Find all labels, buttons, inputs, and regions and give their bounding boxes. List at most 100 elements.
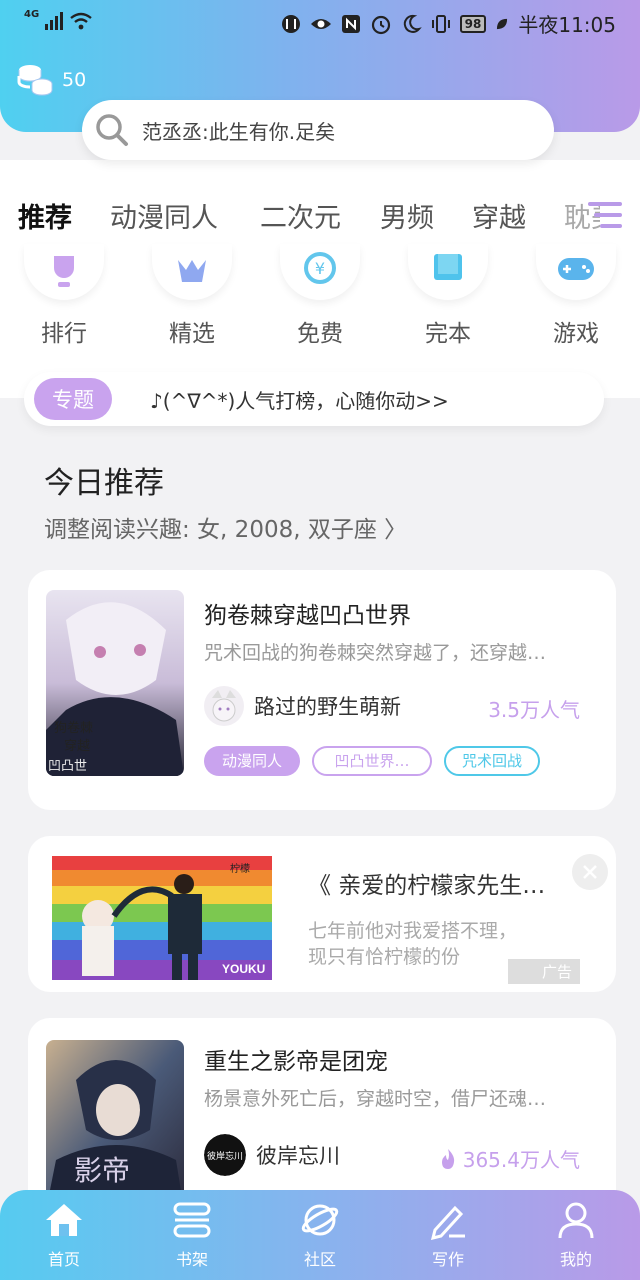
- book-cover: 狗卷棘 穿越 凹凸世: [46, 590, 184, 776]
- ad-description-line: 现只有恰柠檬的份: [308, 946, 461, 968]
- svg-text:凹凸世: 凹凸世: [48, 759, 87, 774]
- author[interactable]: 彼岸忘川 彼岸忘川: [204, 1134, 340, 1176]
- popularity-value: 3.5万人气: [488, 698, 580, 722]
- tag[interactable]: 动漫同人: [204, 746, 301, 776]
- close-icon: [583, 865, 597, 879]
- quick-link-featured[interactable]: 精选: [144, 244, 240, 348]
- quick-link-ranking[interactable]: 排行: [16, 244, 112, 348]
- quick-link-label: 排行: [41, 321, 87, 347]
- network-type: 4G: [24, 9, 40, 20]
- moon-icon: [403, 14, 422, 33]
- status-bar: 4G 98 半夜11:05: [0, 0, 640, 44]
- tag[interactable]: 凹凸世界…: [312, 746, 433, 776]
- ad-close-button[interactable]: [572, 854, 608, 890]
- book-title: 狗卷棘穿越凹凸世界: [204, 603, 411, 629]
- nav-community[interactable]: 社区: [280, 1200, 360, 1270]
- ad-label: 广告: [507, 959, 580, 984]
- pen-icon: [430, 1205, 465, 1240]
- ad-description-line: 七年前他对我爱搭不理，: [308, 920, 518, 942]
- quick-link-label: 游戏: [553, 321, 599, 347]
- tag[interactable]: 咒术回战: [444, 746, 541, 776]
- author-avatar: [204, 686, 244, 726]
- svg-text:彼岸忘川: 彼岸忘川: [207, 1150, 243, 1162]
- category-menu-icon[interactable]: [586, 196, 624, 234]
- author-name: 彼岸忘川: [256, 1144, 340, 1168]
- tab-acg[interactable]: 二次元: [260, 196, 341, 235]
- search-bar[interactable]: 范丞丞:此生有你.足矣: [82, 100, 554, 160]
- nav-label: 首页: [47, 1250, 80, 1269]
- book-cover: 影帝: [46, 1040, 184, 1210]
- ad-image: 柠檬 YOUKU: [52, 856, 272, 980]
- nfc-icon: [341, 14, 360, 33]
- planet-icon: [301, 1204, 339, 1236]
- ad-description: 七年前他对我爱搭不理， 现只有恰柠檬的份: [308, 918, 517, 970]
- topic-badge: 专题: [34, 378, 112, 420]
- nav-label: 我的: [559, 1250, 592, 1269]
- coin-count: 50: [62, 69, 87, 91]
- svg-text:柠檬: 柠檬: [230, 862, 250, 875]
- svg-text:影帝: 影帝: [74, 1154, 130, 1187]
- category-tabs: 推荐 动漫同人 二次元 男频 穿越 耽美: [0, 188, 640, 244]
- gamepad-icon: [558, 258, 594, 280]
- popularity: 3.5万人气: [488, 694, 580, 723]
- user-icon: [558, 1202, 594, 1239]
- yen-icon: ¥: [304, 252, 336, 284]
- quick-link-games[interactable]: 游戏: [528, 244, 624, 348]
- quick-link-label: 免费: [297, 321, 343, 347]
- battery-level: 98: [459, 14, 487, 33]
- author[interactable]: 路过的野生萌新: [204, 686, 401, 726]
- book-icon: [434, 254, 462, 280]
- bookshelf-icon: [173, 1202, 211, 1238]
- nav-home[interactable]: 首页: [24, 1200, 104, 1270]
- home-icon: [46, 1204, 82, 1236]
- book-card[interactable]: 狗卷棘 穿越 凹凸世 狗卷棘穿越凹凸世界 咒术回战的狗卷棘突然穿越了，还穿越… …: [28, 570, 616, 810]
- book-title: 重生之影帝是团宠: [204, 1049, 388, 1075]
- ad-card[interactable]: 柠檬 YOUKU 《 亲爱的柠檬家先生… 七年前他对我爱搭不理， 现只有恰柠檬的…: [28, 836, 616, 992]
- topic-banner[interactable]: 专题 ♪(^∇^*)人气打榜，心随你动>>: [24, 372, 604, 426]
- quick-link-free[interactable]: ¥ 免费: [272, 244, 368, 348]
- wifi-icon: [70, 12, 92, 30]
- quick-link-label: 完本: [425, 321, 471, 347]
- reading-interest-link[interactable]: 调整阅读兴趣: 女, 2008, 双子座 〉: [44, 510, 407, 544]
- svg-text:¥: ¥: [315, 259, 325, 278]
- quick-links: 排行 精选 ¥ 免费 完本 游戏: [0, 244, 640, 354]
- svg-text:穿越: 穿越: [64, 738, 90, 754]
- search-icon: [96, 114, 128, 146]
- topic-text: ♪(^∇^*)人气打榜，心随你动>>: [150, 388, 449, 413]
- eye-icon: [310, 18, 331, 29]
- book-description: 杨景意外死亡后，穿越时空，借尸还魂…: [204, 1088, 547, 1110]
- tab-male[interactable]: 男频: [380, 196, 434, 235]
- author-avatar: 彼岸忘川: [204, 1134, 246, 1176]
- leaf-icon: [497, 18, 508, 29]
- tab-anime-fanfic[interactable]: 动漫同人: [110, 196, 218, 235]
- crown-icon: [178, 260, 206, 282]
- alarm-icon: [371, 15, 390, 34]
- nav-profile[interactable]: 我的: [536, 1200, 616, 1270]
- bottom-navigation: 首页 书架 社区 写作 我的: [0, 1190, 640, 1280]
- tag-list: 动漫同人 凹凸世界… 咒术回战: [204, 746, 541, 776]
- nav-bookshelf[interactable]: 书架: [152, 1200, 232, 1270]
- coin-balance[interactable]: 50: [16, 62, 86, 98]
- nav-label: 社区: [303, 1250, 336, 1269]
- search-placeholder: 范丞丞:此生有你.足矣: [142, 119, 336, 144]
- coins-icon: [17, 65, 53, 96]
- status-time: 半夜11:05: [518, 13, 616, 37]
- quick-link-label: 精选: [169, 321, 215, 347]
- nav-label: 写作: [431, 1250, 464, 1269]
- signal-icon: [45, 10, 64, 30]
- flame-icon: [441, 1148, 454, 1169]
- trophy-icon: [54, 256, 74, 287]
- quick-link-completed[interactable]: 完本: [400, 244, 496, 348]
- vibrate-icon: [431, 14, 450, 33]
- svg-text:狗卷棘: 狗卷棘: [54, 720, 93, 736]
- book-description: 咒术回战的狗卷棘突然穿越了，还穿越…: [204, 642, 547, 664]
- tab-time-travel[interactable]: 穿越: [472, 196, 526, 235]
- nav-write[interactable]: 写作: [408, 1200, 488, 1270]
- dnd-icon: [281, 14, 300, 33]
- tab-recommend[interactable]: 推荐: [18, 196, 72, 235]
- ad-brand: YOUKU: [222, 962, 266, 976]
- book-card[interactable]: 影帝 重生之影帝是团宠 杨景意外死亡后，穿越时空，借尸还魂… 彼岸忘川 彼岸忘川…: [28, 1018, 616, 1218]
- section-title: 今日推荐: [44, 466, 164, 501]
- author-name: 路过的野生萌新: [254, 695, 401, 719]
- nav-label: 书架: [175, 1250, 208, 1269]
